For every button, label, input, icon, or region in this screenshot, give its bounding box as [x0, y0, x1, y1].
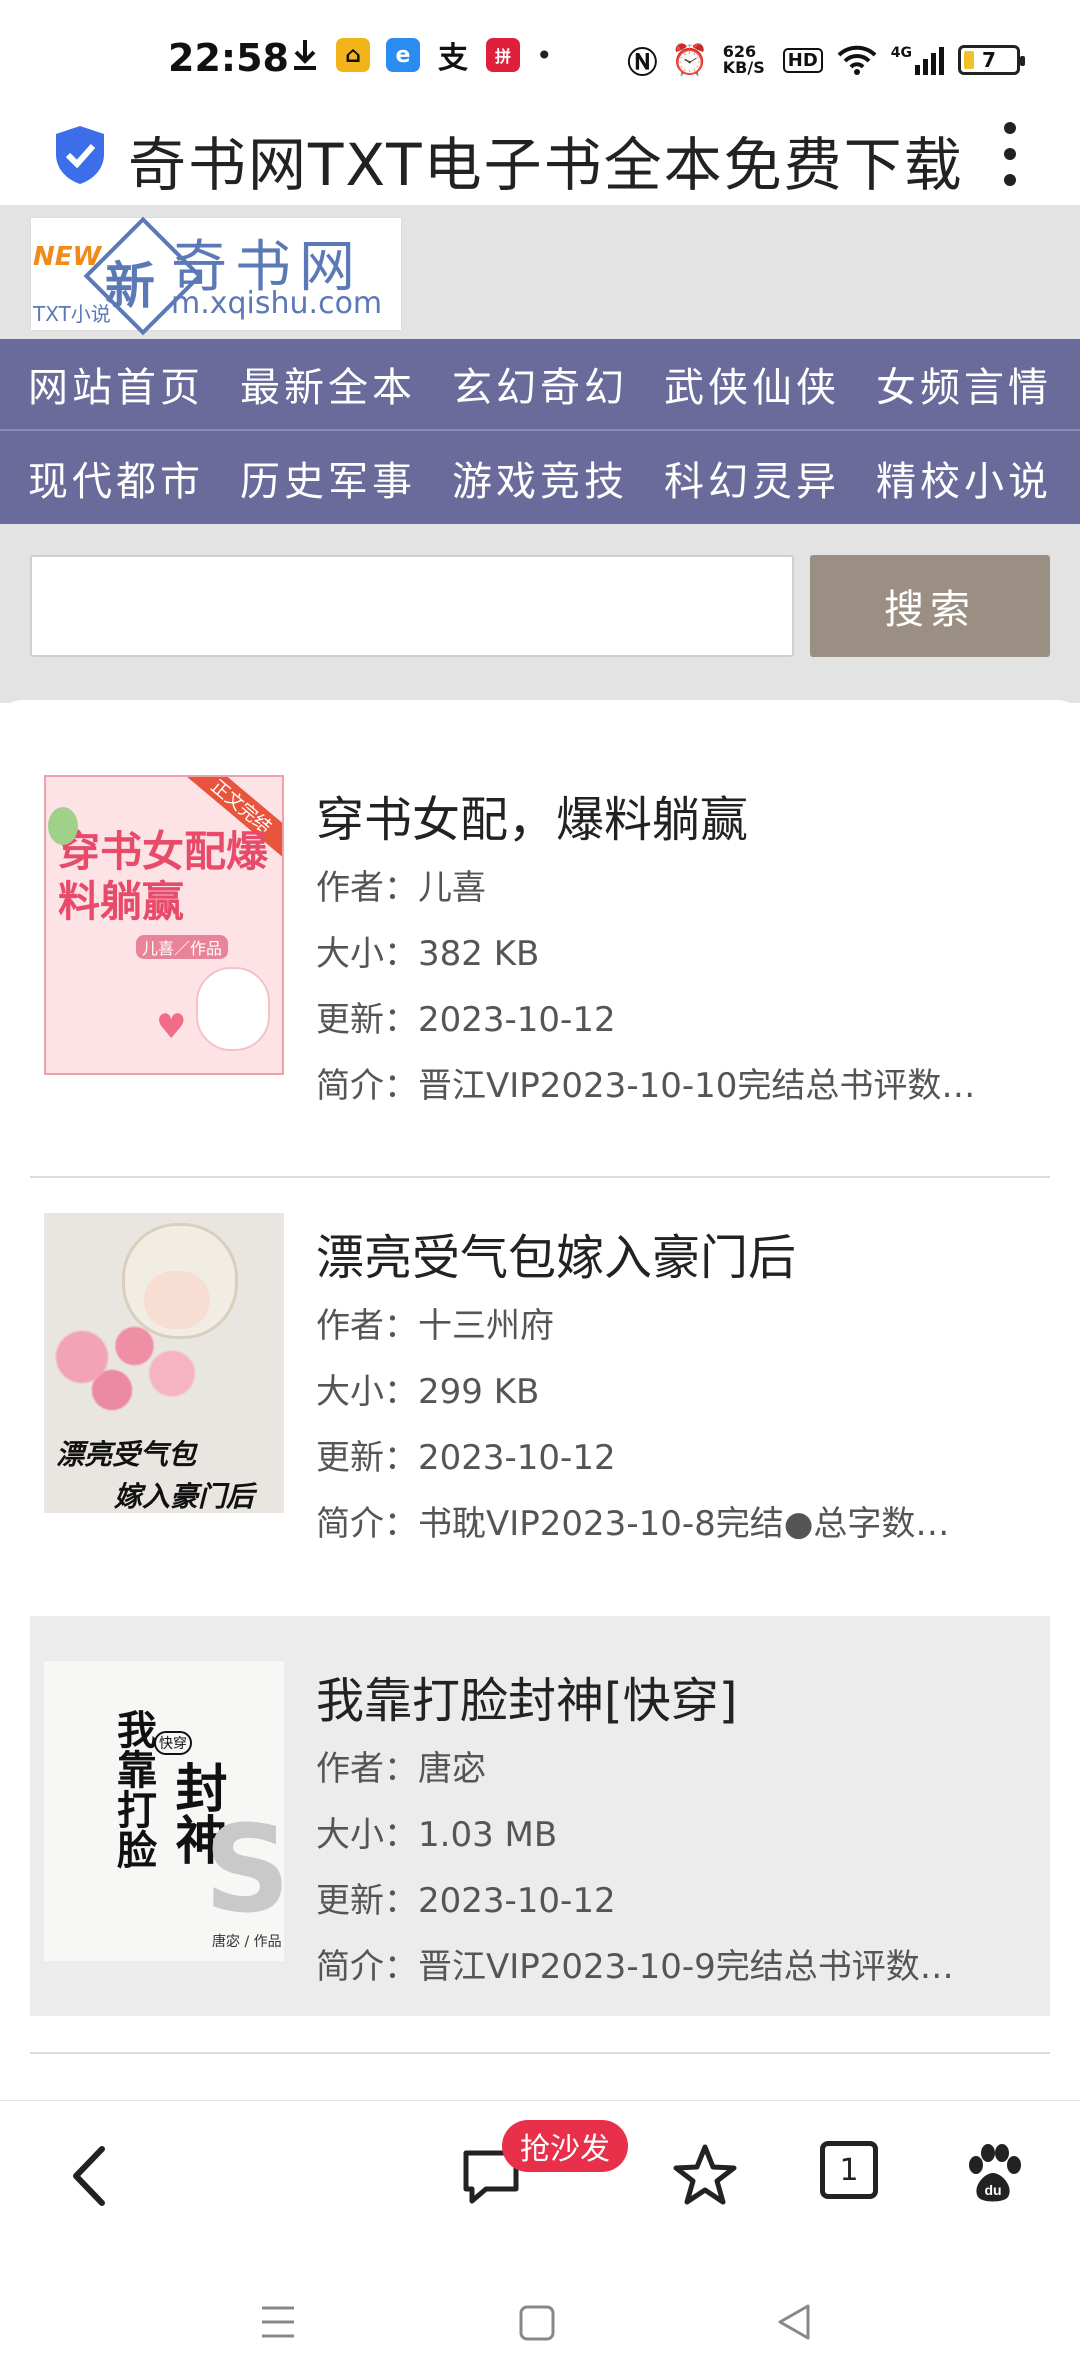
alarm-icon: ⏰: [671, 42, 709, 78]
book-cover[interactable]: 我靠打脸 封神 快穿 S 唐宓 / 作品: [44, 1661, 284, 1961]
nav-home[interactable]: 网站首页: [28, 355, 204, 413]
battery-icon: 7: [958, 45, 1025, 75]
search-button[interactable]: 搜索: [810, 555, 1050, 657]
cover-flowers: [52, 1313, 202, 1423]
cover-author: 儿喜／作品: [136, 935, 229, 959]
nav-urban[interactable]: 现代都市: [28, 449, 204, 507]
book-size: 大小：382 KB: [316, 934, 540, 974]
logo-url: m.xqishu.com: [171, 286, 383, 321]
book-author: 作者：十三州府: [316, 1306, 554, 1346]
book-item[interactable]: 正文完结 穿书女配爆料躺赢 儿喜／作品 ♥ 穿书女配，爆料躺赢 作者：儿喜 大小…: [30, 700, 1050, 1178]
cover-title-line1: 漂亮受气包: [56, 1438, 197, 1471]
more-menu-icon[interactable]: [1000, 122, 1020, 186]
book-title[interactable]: 漂亮受气包嫁入豪门后: [316, 1218, 796, 1288]
book-title[interactable]: 穿书女配，爆料躺赢: [316, 780, 748, 850]
nfc-icon: Ⓝ: [627, 46, 658, 81]
nav-gaming[interactable]: 游戏竞技: [452, 449, 628, 507]
site-header: NEW 新 奇书网 m.xqishu.com TXT小说 网站首页 最新全本 玄…: [0, 205, 1080, 703]
nav-romance[interactable]: 女频言情: [876, 355, 1052, 413]
sofa-badge[interactable]: 抢沙发: [502, 2120, 628, 2172]
logo-xin: 新: [105, 257, 155, 315]
book-list: 正文完结 穿书女配爆料躺赢 儿喜／作品 ♥ 穿书女配，爆料躺赢 作者：儿喜 大小…: [0, 700, 1080, 2100]
nav-scifi[interactable]: 科幻灵异: [664, 449, 840, 507]
app-notification-icon: ⌂: [336, 38, 370, 72]
nav-curated[interactable]: 精校小说: [876, 449, 1052, 507]
dot-icon: •: [536, 38, 553, 72]
nav-row-1: 网站首页 最新全本 玄幻奇幻 武侠仙侠 女频言情: [0, 339, 1080, 431]
nav-row-2: 现代都市 历史军事 游戏竞技 科幻灵异 精校小说: [0, 432, 1080, 524]
book-author: 作者：儿喜: [316, 868, 486, 908]
download-icon: [294, 40, 316, 70]
divider: [30, 2052, 1050, 2054]
cover-tag: 快穿: [154, 1731, 192, 1755]
nav-wuxia[interactable]: 武侠仙侠: [664, 355, 840, 413]
nav-history[interactable]: 历史军事: [240, 449, 416, 507]
cover-title-line1: 我靠打脸: [110, 1709, 156, 1869]
book-size: 大小：1.03 MB: [316, 1815, 558, 1855]
book-cover[interactable]: 正文完结 穿书女配爆料躺赢 儿喜／作品 ♥: [44, 775, 284, 1075]
star-icon[interactable]: [670, 2141, 740, 2211]
book-size: 大小：299 KB: [316, 1372, 540, 1412]
net-speed: 626 KB/S: [722, 42, 765, 77]
nav-latest-complete[interactable]: 最新全本: [240, 355, 416, 413]
book-item[interactable]: 漂亮受气包 嫁入豪门后 漂亮受气包嫁入豪门后 作者：十三州府 大小：299 KB…: [30, 1138, 1050, 1544]
cover-s-letter: S: [204, 1801, 284, 1940]
status-bar: 22:58 ⌂ e 支 拼 • Ⓝ ⏰ 626 KB/S HD 4G 7: [0, 0, 1080, 110]
nav-fantasy[interactable]: 玄幻奇幻: [452, 355, 628, 413]
book-updated: 更新：2023-10-12: [316, 1438, 616, 1478]
back-nav-icon[interactable]: [774, 2302, 814, 2342]
wifi-icon: [837, 45, 877, 75]
page-title[interactable]: 奇书网TXT电子书全本免费下载: [128, 118, 964, 202]
cover-balloon: [48, 807, 78, 845]
book-title[interactable]: 我靠打脸封神[快穿]: [316, 1661, 737, 1731]
search-input[interactable]: [30, 555, 794, 657]
alipay-icon: 支: [436, 38, 470, 76]
baidu-paw-icon[interactable]: du: [958, 2141, 1028, 2211]
site-logo[interactable]: NEW 新 奇书网 m.xqishu.com TXT小说: [30, 216, 402, 336]
notification-icons: ⌂ e 支 拼 •: [290, 38, 553, 76]
home-icon[interactable]: [518, 2304, 556, 2342]
svg-text:du: du: [984, 2182, 1001, 2198]
pinduoduo-icon: 拼: [486, 38, 520, 72]
menu-icon[interactable]: [258, 2304, 298, 2340]
book-cover[interactable]: 漂亮受气包 嫁入豪门后: [44, 1213, 284, 1513]
book-updated: 更新：2023-10-12: [316, 1881, 616, 1921]
cover-heart: ♥: [156, 1007, 187, 1047]
cell-signal-icon: 4G: [891, 45, 944, 75]
cover-title-line2: 嫁入豪门后: [114, 1480, 255, 1513]
cover-title: 穿书女配爆料躺赢: [58, 827, 269, 926]
book-description: 简介：晋江VIP2023-10-10完结总书评数…: [316, 1066, 976, 1106]
browser-title-bar[interactable]: 奇书网TXT电子书全本免费下载: [0, 110, 1080, 205]
system-nav-bar: [0, 2244, 1080, 2376]
book-author: 作者：唐宓: [316, 1749, 486, 1789]
tabs-count: 1: [839, 2152, 859, 2188]
hd-icon: HD: [782, 47, 823, 73]
book-item[interactable]: 我靠打脸 封神 快穿 S 唐宓 / 作品 我靠打脸封神[快穿] 作者：唐宓 大小…: [30, 1616, 1050, 2054]
tabs-button[interactable]: 1: [820, 2141, 878, 2199]
browser-notification-icon: e: [386, 38, 420, 72]
logo-tag: TXT小说: [33, 302, 111, 326]
book-description: 简介：书耽VIP2023-10-8完结●总字数…: [316, 1504, 950, 1544]
shield-check-icon: [56, 126, 104, 184]
cover-bunny: [196, 967, 270, 1051]
cover-author: 唐宓 / 作品: [212, 1934, 282, 1950]
category-nav: 网站首页 最新全本 玄幻奇幻 武侠仙侠 女频言情 现代都市 历史军事 游戏竞技 …: [0, 339, 1080, 524]
status-time: 22:58: [168, 36, 289, 80]
system-icons: Ⓝ ⏰ 626 KB/S HD 4G 7: [627, 38, 1025, 82]
book-description: 简介：晋江VIP2023-10-9完结总书评数…: [316, 1947, 954, 1987]
book-updated: 更新：2023-10-12: [316, 1000, 616, 1040]
back-icon[interactable]: [58, 2141, 128, 2211]
